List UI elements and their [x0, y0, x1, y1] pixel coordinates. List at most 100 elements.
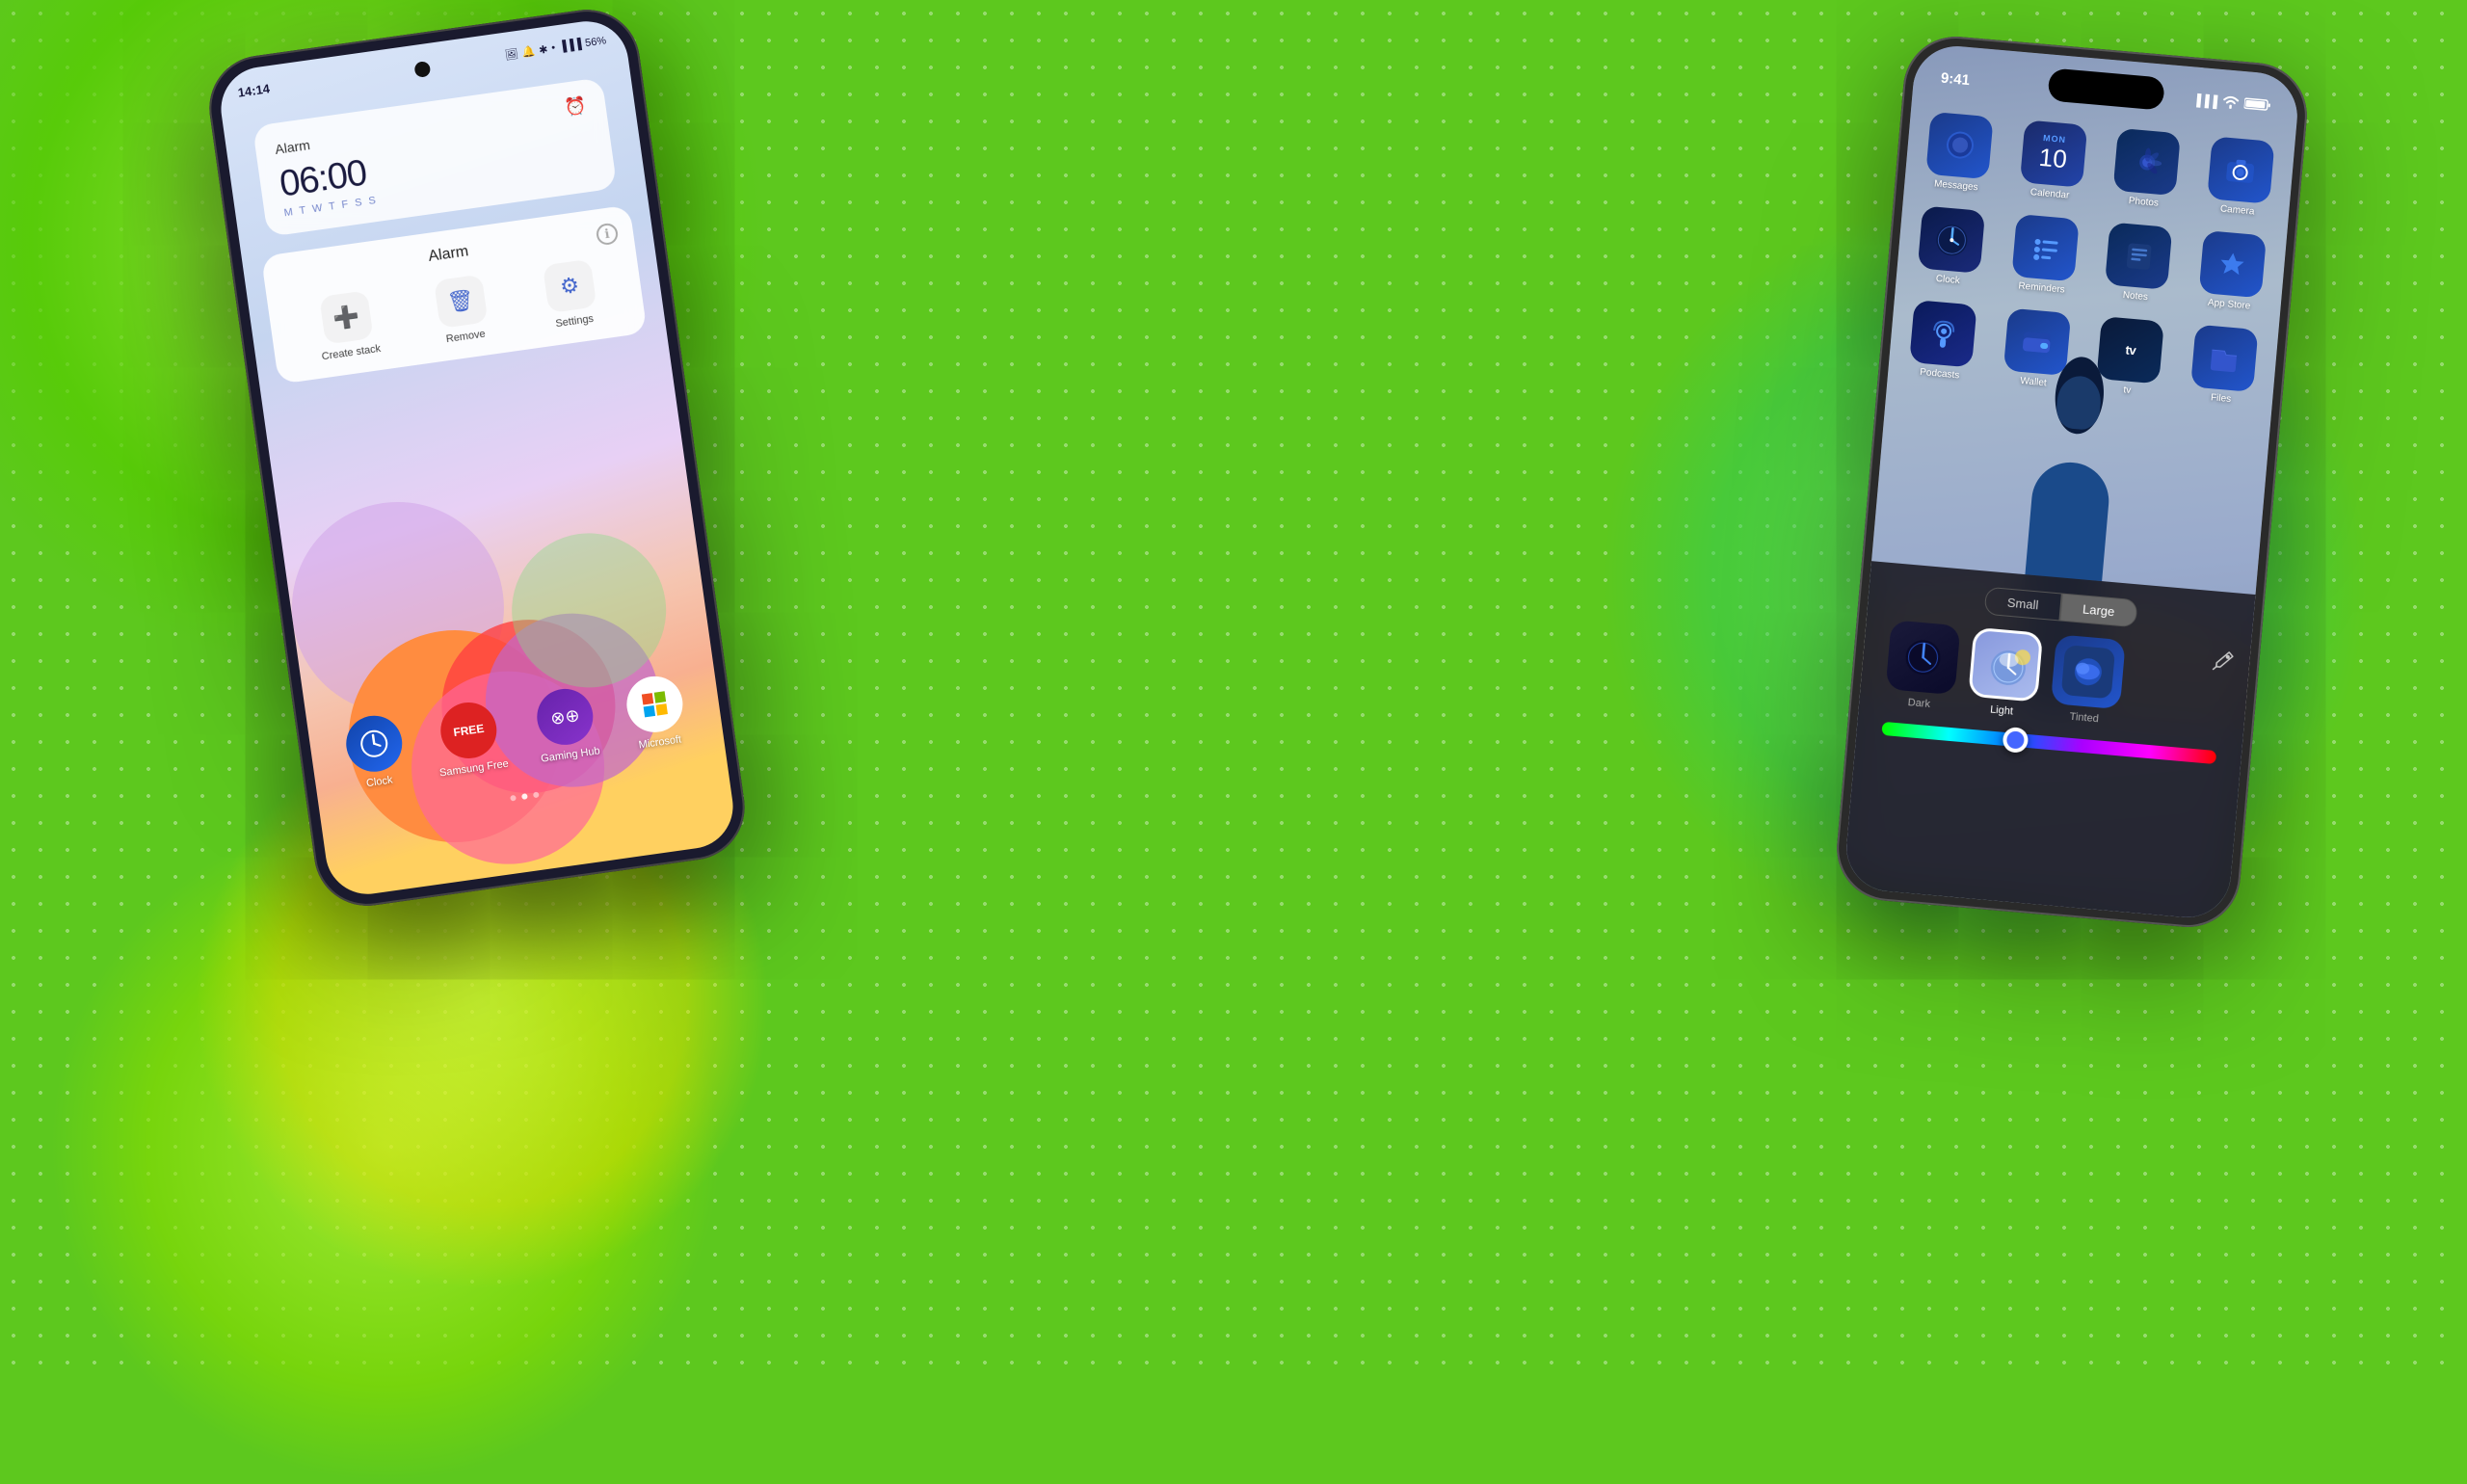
wallet-icon [2003, 308, 2070, 376]
size-tab-small[interactable]: Small [1984, 587, 2062, 622]
clock-iphone-icon [1918, 205, 1985, 273]
messages-label: Messages [1934, 178, 1978, 193]
notes-icon [2105, 222, 2172, 289]
files-icon [2190, 325, 2258, 392]
gaming-hub-label: Gaming Hub [541, 745, 601, 764]
camera-label: Camera [2219, 203, 2254, 217]
iphone-app-camera[interactable]: Camera [2201, 136, 2280, 219]
iphone-clock: 9:41 [1940, 69, 1970, 89]
photos-label: Photos [2128, 196, 2159, 209]
iphone-wifi-icon [2221, 94, 2240, 113]
android-app-samsung-free[interactable]: FREE Samsung Free [431, 698, 510, 779]
tinted-style-label: Tinted [2069, 711, 2099, 726]
android-icon-photo: 🖼 [504, 47, 519, 62]
dark-style-preview [1886, 620, 1961, 695]
iphone-app-files[interactable]: Files [2185, 324, 2264, 407]
podcasts-label: Podcasts [1920, 367, 1960, 382]
android-app-clock[interactable]: Clock [343, 712, 409, 791]
android-icon-dot: • [551, 42, 556, 54]
messages-icon [1925, 112, 1993, 179]
iphone-frame: 9:41 ▐▐▐ [1833, 32, 2312, 931]
calendar-icon: MON 10 [2020, 119, 2087, 187]
color-picker-knob[interactable] [2003, 727, 2029, 754]
tinted-style-preview [2051, 634, 2126, 709]
light-style-label: Light [1990, 704, 2014, 718]
iphone: 9:41 ▐▐▐ [1833, 32, 2312, 931]
android-icon-bell: 🔔 [521, 44, 536, 59]
iphone-app-appstore[interactable]: App Store [2192, 230, 2271, 313]
alarm-widget-title: Alarm [274, 137, 310, 157]
android-signal: ▐▐▐ [558, 39, 582, 53]
iphone-app-clock[interactable]: Clock [1911, 205, 1990, 288]
clock-icon [343, 712, 407, 776]
photos-icon [2113, 128, 2181, 196]
alarm-bell-icon: ⏰ [564, 95, 588, 119]
calendar-label: Calendar [2029, 187, 2069, 200]
iphone-app-notes[interactable]: Notes [2099, 222, 2178, 305]
microsoft-icon [623, 673, 687, 736]
icon-style-light[interactable]: Light [1967, 627, 2044, 720]
page-dot-2 [521, 793, 528, 800]
clock-iphone-label: Clock [1935, 274, 1960, 286]
notes-label: Notes [2122, 290, 2148, 303]
iphone-app-photos[interactable]: Photos [2108, 127, 2187, 210]
iphone-screen: 9:41 ▐▐▐ [1843, 42, 2300, 921]
iphone-app-wallet[interactable]: Wallet [1997, 307, 2076, 390]
gaming-hub-icon: ⊗⊕ [534, 685, 597, 749]
settings-label: Settings [555, 313, 595, 330]
samsung-free-icon: FREE [438, 699, 501, 762]
android-app-gaming-hub[interactable]: ⊗⊕ Gaming Hub [532, 685, 601, 765]
scene: 14:14 🖼 🔔 ✱ • ▐▐▐ 56% Alarm [0, 0, 2467, 1388]
microsoft-label: Microsoft [638, 733, 682, 751]
eyedropper-button[interactable] [2212, 649, 2235, 678]
iphone-app-messages[interactable]: Messages [1920, 111, 1999, 194]
camera-icon [2207, 136, 2274, 203]
remove-icon: 🗑 [434, 275, 488, 329]
appstore-icon [2199, 230, 2267, 298]
page-dot-3 [533, 791, 540, 798]
iphone-bottom-panel: Small Large [1843, 561, 2255, 921]
files-label: Files [2211, 392, 2232, 405]
icon-style-dark[interactable]: Dark [1884, 620, 1961, 712]
size-tab-large[interactable]: Large [2059, 594, 2137, 628]
icon-style-row: Dark [1874, 619, 2235, 736]
podcasts-icon [1909, 300, 1976, 367]
android-status-icons: 🖼 🔔 ✱ • ▐▐▐ 56% [504, 35, 607, 62]
iphone-app-grid: Messages MON 10 Calendar [1901, 111, 2279, 424]
android-clock: 14:14 [237, 81, 271, 99]
dark-style-label: Dark [1907, 697, 1930, 710]
iphone-app-calendar[interactable]: MON 10 Calendar [2013, 119, 2092, 202]
settings-icon: ⚙ [543, 259, 597, 313]
page-dot-1 [510, 795, 517, 802]
android-phone: 14:14 🖼 🔔 ✱ • ▐▐▐ 56% Alarm [202, 3, 751, 913]
iphone-app-row-2: Clock [1911, 205, 2271, 313]
android-screen: 14:14 🖼 🔔 ✱ • ▐▐▐ 56% Alarm [216, 16, 738, 900]
android-battery: 56% [584, 35, 606, 49]
android-icon-star: ✱ [538, 42, 548, 56]
android-frame: 14:14 🖼 🔔 ✱ • ▐▐▐ 56% Alarm [202, 3, 751, 913]
iphone-app-appletv[interactable]: tv tv [2090, 316, 2169, 399]
reminders-icon [2011, 214, 2079, 281]
remove-label: Remove [445, 329, 486, 346]
color-knob-fill [2006, 730, 2026, 750]
create-stack-label: Create stack [321, 343, 382, 362]
wallet-label: Wallet [2020, 376, 2047, 388]
iphone-app-podcasts[interactable]: Podcasts [1903, 300, 1982, 383]
iphone-battery-icon [2243, 96, 2271, 115]
create-stack-icon: ➕ [319, 290, 373, 344]
android-app-microsoft[interactable]: Microsoft [623, 673, 689, 752]
samsung-free-label: Samsung Free [438, 758, 509, 780]
context-settings[interactable]: ⚙ Settings [543, 259, 599, 331]
iphone-app-reminders[interactable]: Reminders [2005, 214, 2084, 297]
appletv-label: tv [2123, 384, 2132, 396]
clock-app-label: Clock [365, 774, 393, 789]
appletv-icon: tv [2097, 316, 2164, 384]
iphone-app-row-3: Podcasts Wallet [1903, 300, 2264, 408]
context-remove[interactable]: 🗑 Remove [434, 275, 491, 346]
appstore-label: App Store [2207, 298, 2250, 312]
context-create-stack[interactable]: ➕ Create stack [313, 289, 382, 362]
icon-style-tinted[interactable]: Tinted [2049, 634, 2126, 727]
iphone-signal-icon: ▐▐▐ [2192, 93, 2218, 108]
iphone-status-icons: ▐▐▐ [2192, 92, 2272, 115]
light-style-preview [1968, 627, 2043, 702]
